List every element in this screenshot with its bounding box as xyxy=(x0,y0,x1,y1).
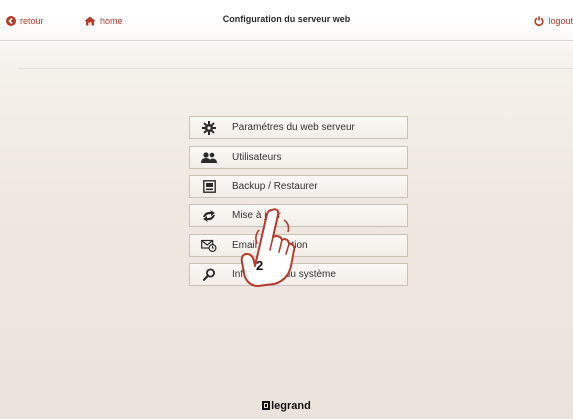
legrand-logo-icon xyxy=(262,401,271,410)
menu-item-label: Paramétres du web serveur xyxy=(232,122,355,133)
menu-item-system-information[interactable]: Information du système xyxy=(189,263,408,286)
logout-button[interactable]: logout xyxy=(534,14,573,28)
power-icon xyxy=(534,16,545,26)
brand-name: legrand xyxy=(271,400,311,412)
backup-icon xyxy=(198,176,220,197)
brand-logo: legrand xyxy=(0,400,573,412)
email-notification-icon xyxy=(198,235,220,256)
menu-item-label: Utilisateurs xyxy=(232,152,282,163)
menu-item-label: Mise à jour xyxy=(232,210,281,221)
users-icon xyxy=(198,147,220,168)
top-bar: retour home Configuration du serveur web… xyxy=(0,0,573,41)
menu-item-update[interactable]: Mise à jour xyxy=(189,204,408,227)
menu-item-email-notification[interactable]: Email notification xyxy=(189,234,408,257)
menu-item-label: Email notification xyxy=(232,240,308,251)
menu-item-label: Backup / Restaurer xyxy=(232,181,318,192)
menu-item-users[interactable]: Utilisateurs xyxy=(189,146,408,169)
menu-item-web-server-settings[interactable]: Paramétres du web serveur xyxy=(189,116,408,139)
search-icon xyxy=(198,264,220,285)
logout-label: logout xyxy=(548,16,573,26)
gear-icon xyxy=(198,117,220,138)
update-icon xyxy=(198,205,220,226)
menu-item-backup-restore[interactable]: Backup / Restaurer xyxy=(189,175,408,198)
page-title: Configuration du serveur web xyxy=(222,14,351,24)
menu-item-label: Information du système xyxy=(232,269,336,280)
divider xyxy=(18,68,573,69)
